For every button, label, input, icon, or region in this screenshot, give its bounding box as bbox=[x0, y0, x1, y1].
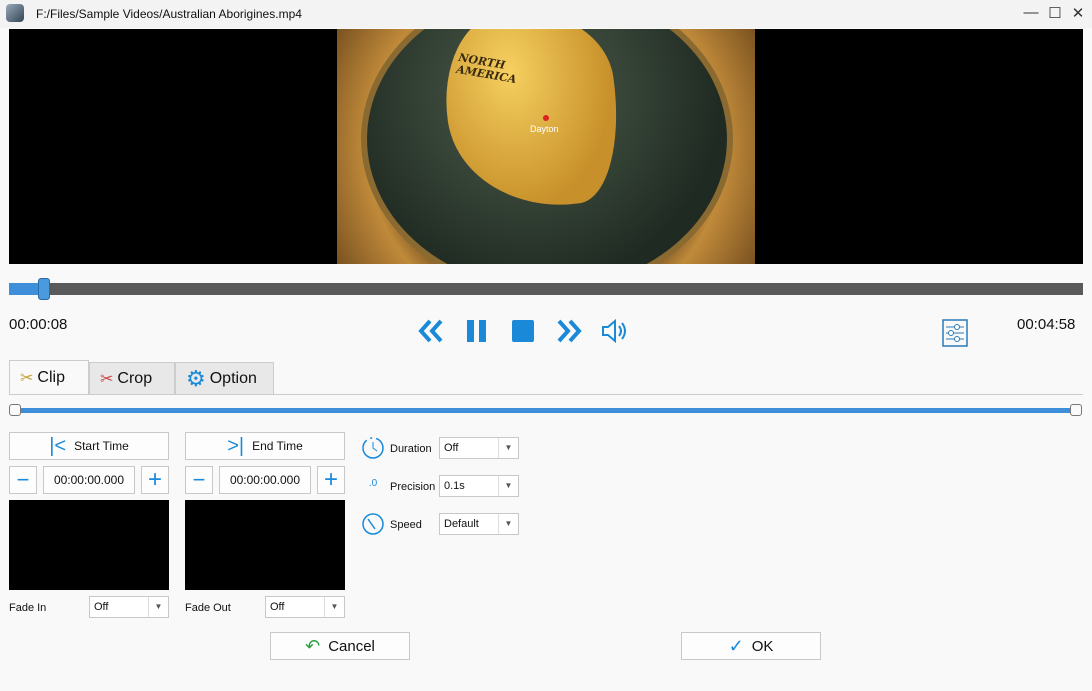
tab-crop[interactable]: ✂ Crop bbox=[89, 362, 175, 394]
skip-end-icon: >| bbox=[227, 434, 245, 457]
rewind-button[interactable] bbox=[416, 316, 446, 346]
clip-icon: ✂ bbox=[20, 370, 34, 387]
clock-icon bbox=[362, 437, 384, 459]
seek-bar[interactable] bbox=[9, 278, 1083, 300]
title-bar: F:/Files/Sample Videos/Australian Aborig… bbox=[0, 0, 1092, 28]
duration-value: Off bbox=[444, 442, 459, 454]
dropdown-arrow-icon: ▼ bbox=[498, 476, 518, 496]
precision-icon: .0 bbox=[368, 478, 378, 489]
speed-value: Default bbox=[444, 518, 479, 530]
sliders-icon bbox=[942, 319, 968, 347]
tab-crop-label: Crop bbox=[117, 369, 153, 387]
skip-start-icon: |< bbox=[49, 434, 67, 457]
fade-in-label: Fade In bbox=[9, 602, 47, 614]
current-time: 00:00:08 bbox=[9, 316, 68, 333]
pause-button[interactable] bbox=[462, 316, 492, 346]
forward-button[interactable] bbox=[554, 316, 584, 346]
tab-divider bbox=[9, 394, 1083, 395]
end-time-input[interactable]: 00:00:00.000 bbox=[219, 466, 311, 494]
cancel-label: Cancel bbox=[328, 637, 375, 655]
start-frame-preview bbox=[9, 500, 169, 590]
total-time: 00:04:58 bbox=[1017, 316, 1076, 333]
undo-arrow-icon: ↶ bbox=[305, 635, 321, 656]
dropdown-arrow-icon: ▼ bbox=[324, 597, 344, 617]
speedometer-icon bbox=[362, 513, 384, 535]
end-frame-preview bbox=[185, 500, 345, 590]
fade-out-value: Off bbox=[270, 601, 285, 613]
stop-button[interactable] bbox=[508, 316, 538, 346]
close-button[interactable]: ✕ bbox=[1068, 4, 1088, 24]
minimize-button[interactable]: — bbox=[1021, 4, 1041, 24]
end-minus-button[interactable]: − bbox=[185, 466, 213, 494]
start-plus-button[interactable]: + bbox=[141, 466, 169, 494]
duration-label: Duration bbox=[390, 443, 432, 455]
range-start-handle[interactable] bbox=[9, 404, 21, 416]
tab-clip-label: Clip bbox=[37, 369, 65, 386]
start-time-input[interactable]: 00:00:00.000 bbox=[43, 466, 135, 494]
fade-in-select[interactable]: Off ▼ bbox=[89, 596, 169, 618]
dropdown-arrow-icon: ▼ bbox=[148, 597, 168, 617]
precision-label: Precision bbox=[390, 481, 436, 493]
check-circle-icon: ✓ bbox=[728, 635, 744, 656]
tab-clip[interactable]: ✂ Clip bbox=[9, 360, 89, 395]
window-title: F:/Files/Sample Videos/Australian Aborig… bbox=[36, 7, 302, 21]
duration-select[interactable]: Off ▼ bbox=[439, 437, 519, 459]
pause-icon bbox=[467, 320, 486, 342]
crop-icon: ✂ bbox=[100, 370, 114, 388]
maximize-button[interactable]: ☐ bbox=[1045, 4, 1065, 24]
end-time-label: End Time bbox=[252, 439, 303, 453]
range-end-handle[interactable] bbox=[1070, 404, 1082, 416]
tab-option-label: Option bbox=[209, 369, 257, 387]
fast-forward-icon bbox=[557, 319, 582, 343]
fade-out-label: Fade Out bbox=[185, 602, 231, 614]
gear-icon: ⚙ bbox=[186, 365, 206, 391]
dropdown-arrow-icon: ▼ bbox=[498, 514, 518, 534]
speed-select[interactable]: Default ▼ bbox=[439, 513, 519, 535]
start-minus-button[interactable]: − bbox=[9, 466, 37, 494]
precision-select[interactable]: 0.1s ▼ bbox=[439, 475, 519, 497]
video-player[interactable]: NORTH AMERICA Dayton bbox=[9, 29, 1083, 264]
tab-option[interactable]: ⚙ Option bbox=[175, 362, 274, 394]
cancel-button[interactable]: ↶ Cancel bbox=[270, 632, 410, 660]
volume-icon bbox=[602, 318, 626, 344]
seek-handle[interactable] bbox=[38, 278, 51, 300]
city-label: Dayton bbox=[530, 124, 559, 134]
start-time-button[interactable]: |< Start Time bbox=[9, 432, 169, 460]
end-time-button[interactable]: >| End Time bbox=[185, 432, 345, 460]
city-marker bbox=[543, 115, 549, 121]
settings-button[interactable] bbox=[941, 318, 971, 348]
ok-label: OK bbox=[751, 637, 774, 655]
end-plus-button[interactable]: + bbox=[317, 466, 345, 494]
rewind-icon bbox=[418, 319, 443, 343]
fade-in-value: Off bbox=[94, 601, 109, 613]
ok-button[interactable]: ✓ OK bbox=[681, 632, 821, 660]
fade-out-select[interactable]: Off ▼ bbox=[265, 596, 345, 618]
volume-button[interactable] bbox=[600, 316, 630, 346]
precision-value: 0.1s bbox=[444, 480, 465, 492]
start-time-label: Start Time bbox=[74, 439, 129, 453]
clip-range-slider[interactable] bbox=[14, 408, 1078, 413]
speed-label: Speed bbox=[390, 519, 422, 531]
video-frame: NORTH AMERICA Dayton bbox=[337, 29, 755, 264]
app-icon bbox=[6, 4, 24, 22]
stop-icon bbox=[512, 320, 534, 342]
dropdown-arrow-icon: ▼ bbox=[498, 438, 518, 458]
